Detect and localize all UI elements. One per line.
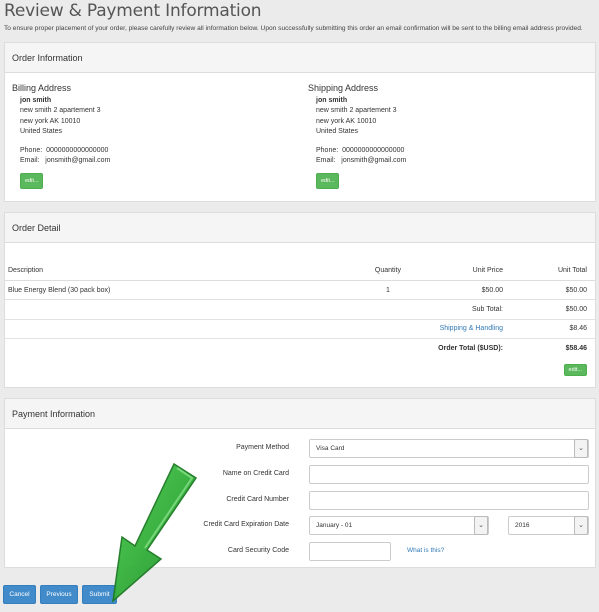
payment-method-label: Payment Method bbox=[236, 444, 289, 451]
card-number-row: Credit Card Number bbox=[5, 491, 595, 510]
order-information-heading: Order Information bbox=[5, 43, 595, 73]
shipping-handling-link[interactable]: Shipping & Handling bbox=[409, 318, 511, 339]
security-code-row: Card Security Code What is this? bbox=[5, 542, 595, 561]
security-code-input[interactable] bbox=[309, 542, 391, 561]
billing-street: new smith 2 apartement 3 bbox=[20, 107, 101, 114]
item-unit-total: $50.00 bbox=[511, 279, 595, 300]
billing-phone: Phone: 0000000000000000 bbox=[20, 146, 109, 154]
card-number-input[interactable] bbox=[309, 491, 589, 510]
order-total-label: Order Total ($USD): bbox=[409, 338, 511, 358]
security-code-label: Card Security Code bbox=[227, 547, 289, 554]
billing-address-title: Billing Address bbox=[12, 83, 72, 93]
table-row: Order Total ($USD): $58.46 bbox=[5, 338, 595, 358]
table-row: Blue Energy Blend (30 pack box) 1 $50.00… bbox=[5, 279, 595, 300]
payment-method-row: Payment Method Visa Card ⌄ bbox=[5, 439, 595, 458]
card-name-row: Name on Credit Card bbox=[5, 465, 595, 484]
shipping-phone: Phone: 0000000000000000 bbox=[316, 146, 405, 154]
order-detail-heading: Order Detail bbox=[5, 213, 595, 243]
sub-total-value: $50.00 bbox=[511, 299, 595, 320]
item-quantity: 1 bbox=[335, 279, 409, 300]
table-row: Shipping & Handling $8.46 bbox=[5, 318, 595, 339]
page-title: Review & Payment Information bbox=[4, 1, 262, 21]
column-header: Unit Price bbox=[409, 261, 511, 281]
order-detail-panel: Order Detail Description Quantity Unit P… bbox=[4, 212, 596, 388]
cancel-button[interactable]: Cancel bbox=[3, 585, 36, 604]
shipping-street: new smith 2 apartement 3 bbox=[316, 107, 397, 114]
shipping-handling-value: $8.46 bbox=[511, 318, 595, 339]
expiration-year-value: 2016 bbox=[515, 522, 530, 529]
card-name-input[interactable] bbox=[309, 465, 589, 484]
column-header: Quantity bbox=[335, 261, 409, 281]
expiration-row: Credit Card Expiration Date January - 01… bbox=[5, 516, 595, 535]
billing-email: Email: jonsmith@gmail.com bbox=[20, 157, 111, 164]
payment-information-panel: Payment Information Payment Method Visa … bbox=[4, 398, 596, 568]
billing-city: new york AK 10010 bbox=[20, 117, 81, 125]
intro-text: To ensure proper placement of your order… bbox=[4, 25, 583, 32]
payment-method-value: Visa Card bbox=[316, 445, 345, 452]
shipping-name: jon smith bbox=[316, 96, 348, 104]
shipping-address: Shipping Address jon smith new smith 2 a… bbox=[308, 83, 406, 189]
edit-shipping-button[interactable]: edit... bbox=[316, 172, 340, 189]
expiration-year-select[interactable]: 2016 ⌄ bbox=[508, 516, 589, 535]
edit-order-button[interactable]: edit... bbox=[563, 364, 587, 376]
chevron-down-icon: ⌄ bbox=[574, 439, 588, 458]
card-name-label: Name on Credit Card bbox=[222, 470, 289, 477]
shipping-country: United States bbox=[316, 128, 359, 135]
shipping-city: new york AK 10010 bbox=[316, 117, 377, 125]
submit-button[interactable]: Submit bbox=[82, 585, 117, 604]
table-row: Sub Total: $50.00 bbox=[5, 299, 595, 320]
chevron-down-icon: ⌄ bbox=[574, 516, 588, 535]
payment-method-select[interactable]: Visa Card ⌄ bbox=[309, 439, 589, 458]
sub-total-label: Sub Total: bbox=[409, 299, 511, 320]
order-detail-table: Description Quantity Unit Price Unit Tot… bbox=[5, 261, 595, 358]
payment-information-heading: Payment Information bbox=[5, 399, 595, 429]
table-header-row: Description Quantity Unit Price Unit Tot… bbox=[5, 261, 595, 281]
expiration-label: Credit Card Expiration Date bbox=[203, 521, 289, 528]
card-number-label: Credit Card Number bbox=[226, 496, 289, 503]
item-description: Blue Energy Blend (30 pack box) bbox=[5, 279, 335, 300]
billing-country: United States bbox=[20, 128, 63, 135]
order-total-value: $58.46 bbox=[511, 338, 595, 358]
item-unit-price: $50.00 bbox=[409, 279, 511, 300]
shipping-address-title: Shipping Address bbox=[308, 83, 379, 93]
expiration-month-select[interactable]: January - 01 ⌄ bbox=[309, 516, 489, 535]
billing-name: jon smith bbox=[20, 96, 52, 104]
edit-billing-button[interactable]: edit... bbox=[20, 172, 44, 189]
billing-address: Billing Address jon smith new smith 2 ap… bbox=[12, 83, 110, 189]
expiration-month-value: January - 01 bbox=[316, 522, 353, 529]
what-is-this-link[interactable]: What is this? bbox=[407, 547, 444, 554]
column-header: Unit Total bbox=[511, 261, 595, 281]
shipping-email: Email: jonsmith@gmail.com bbox=[316, 157, 407, 164]
chevron-down-icon: ⌄ bbox=[474, 516, 488, 535]
column-header: Description bbox=[5, 261, 335, 281]
order-information-panel: Order Information Billing Address jon sm… bbox=[4, 42, 596, 202]
previous-button[interactable]: Previous bbox=[40, 585, 78, 604]
